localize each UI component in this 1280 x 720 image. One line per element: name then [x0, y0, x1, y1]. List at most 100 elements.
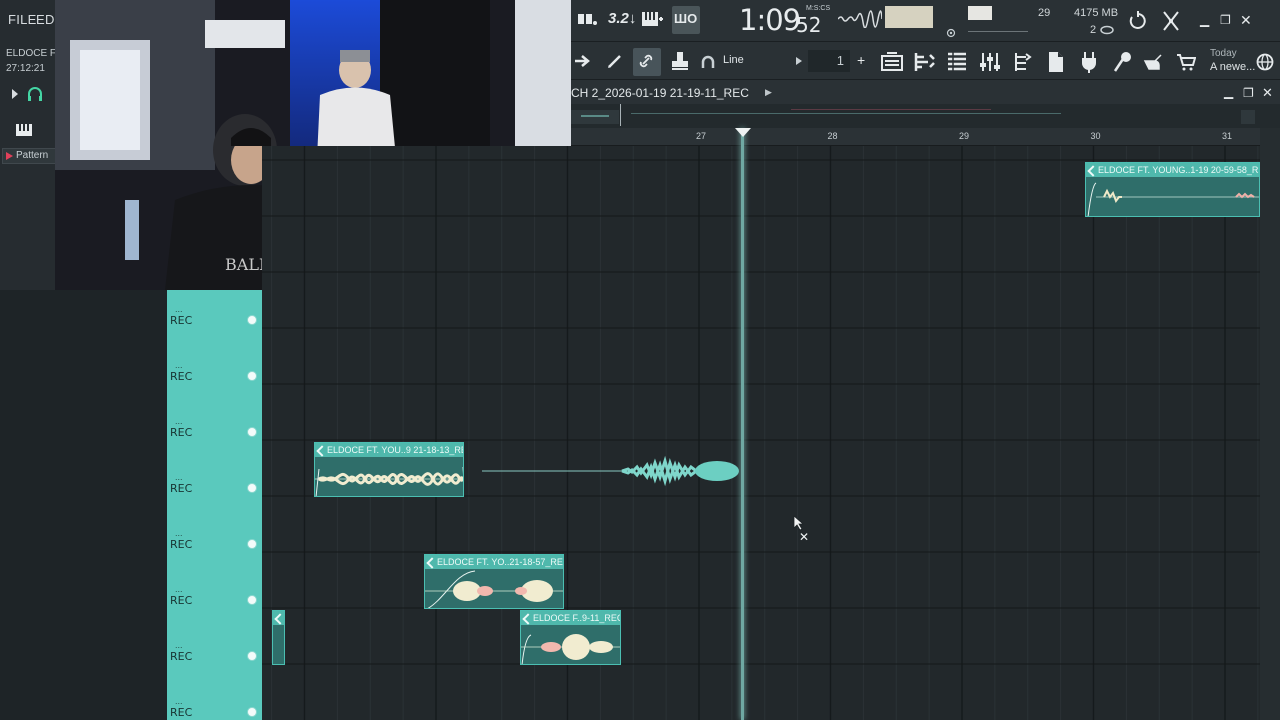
- track-header[interactable]: ... REC: [167, 514, 262, 570]
- stamp-icon[interactable]: [670, 51, 690, 71]
- pattern-number-box[interactable]: [968, 6, 992, 20]
- track-header[interactable]: ... REC: [167, 570, 262, 626]
- ruler-bar-31: 31: [1222, 131, 1233, 141]
- menu-file[interactable]: FILE: [8, 12, 37, 27]
- channel-rack-icon[interactable]: [946, 51, 968, 73]
- minimize-icon[interactable]: ▁: [1200, 13, 1209, 27]
- cpu-meter: 29: [1038, 7, 1051, 19]
- playhead-line[interactable]: [741, 128, 744, 720]
- track-label: REC: [170, 314, 193, 327]
- fl-studio-window: FILE EDI ELDOCE F 27:12:21 Pattern BALMA…: [0, 0, 1280, 720]
- small-play-icon[interactable]: [795, 56, 803, 66]
- refresh-icon[interactable]: [1128, 11, 1148, 31]
- track-area[interactable]: [262, 146, 1260, 720]
- recording-waveform: [482, 455, 739, 487]
- touch-hand-icon[interactable]: [1143, 53, 1165, 71]
- track-dots: ...: [175, 416, 183, 426]
- track-mute-led[interactable]: [247, 595, 257, 605]
- track-header[interactable]: ... REC: [167, 402, 262, 458]
- track-mute-led[interactable]: [247, 539, 257, 549]
- track-header[interactable]: ... REC: [167, 346, 262, 402]
- track-mute-led[interactable]: [247, 707, 257, 717]
- mixer-icon[interactable]: [979, 51, 1001, 73]
- browser-tree-icon[interactable]: [1012, 51, 1034, 73]
- clip-waveform: [315, 467, 463, 496]
- clip-title: ELDOCE F..9-11_REC: [521, 611, 620, 625]
- track-mute-led[interactable]: [247, 483, 257, 493]
- news-text[interactable]: A newe...: [1210, 61, 1255, 73]
- countdown-icon[interactable]: 3.2↓: [608, 10, 636, 27]
- track-dots: ...: [175, 472, 183, 482]
- overview-scroll-window[interactable]: [571, 110, 619, 124]
- play-arrow-icon[interactable]: [10, 88, 20, 100]
- track-label: REC: [170, 482, 193, 495]
- header-gutter: [0, 290, 167, 720]
- song-position-time[interactable]: 1:09: [739, 3, 801, 37]
- song-position-centiseconds[interactable]: 52: [796, 13, 821, 37]
- track-dots: ...: [175, 584, 183, 594]
- plug-icon[interactable]: [1080, 51, 1098, 73]
- track-mute-led[interactable]: [247, 651, 257, 661]
- track-label: REC: [170, 370, 193, 383]
- audio-clip[interactable]: ELDOCE FT. YOU..9 21-18-13_REC: [314, 442, 464, 497]
- cart-icon[interactable]: [1176, 53, 1196, 71]
- track-header[interactable]: ... REC: [167, 626, 262, 682]
- track-grid: [262, 146, 1260, 720]
- track-dots: ...: [175, 640, 183, 650]
- mouse-pointer-icon: [793, 515, 805, 531]
- clip-title: ELDOCE FT. YO..21-18-57_REC: [425, 555, 563, 569]
- track-mute-led[interactable]: [247, 315, 257, 325]
- plugin-file-icon[interactable]: [1046, 51, 1066, 73]
- track-label: REC: [170, 650, 193, 663]
- close-icon[interactable]: ✕: [1240, 12, 1252, 29]
- audio-clip[interactable]: ELDOCE F..9-11_REC: [520, 610, 621, 665]
- overview-scroll-right[interactable]: [1241, 110, 1255, 124]
- draw-pencil-icon[interactable]: [606, 52, 624, 70]
- globe-icon[interactable]: [1256, 53, 1274, 71]
- tempo-display[interactable]: [885, 6, 933, 28]
- track-label: REC: [170, 426, 193, 439]
- clip-waveform: [1087, 182, 1259, 216]
- track-label: REC: [170, 706, 193, 719]
- track-header[interactable]: ... REC: [167, 290, 262, 346]
- audio-clip[interactable]: ELDOCE FT. YOUNG..1-19 20-59-58_REC: [1085, 162, 1260, 217]
- eye-icon[interactable]: [946, 28, 956, 38]
- clip-waveform: [521, 634, 620, 664]
- magnet-icon[interactable]: [701, 55, 715, 69]
- track-header[interactable]: ... REC: [167, 458, 262, 514]
- microphone-icon[interactable]: [1111, 51, 1133, 73]
- track-mute-led[interactable]: [247, 371, 257, 381]
- piano-roll-icon[interactable]: [914, 51, 936, 73]
- audio-clip[interactable]: ELDOCE FT. YO..21-18-57_REC: [424, 554, 564, 609]
- playlist-minimize-icon[interactable]: ▁: [1224, 85, 1233, 99]
- playlist-icon[interactable]: [881, 52, 903, 72]
- track-header[interactable]: ... REC: [167, 682, 262, 720]
- title-arrow-icon[interactable]: ▶: [765, 87, 772, 98]
- playhead-marker-icon[interactable]: [735, 128, 751, 137]
- snap-mode-label[interactable]: Line: [723, 54, 744, 66]
- vertical-scrollbar[interactable]: [1260, 128, 1280, 720]
- piano-icon[interactable]: [16, 124, 32, 136]
- restore-icon[interactable]: ❐: [1220, 13, 1231, 27]
- fx-close-icon[interactable]: [1161, 9, 1181, 33]
- ruler-bar-27: 27: [696, 131, 707, 141]
- track-mute-led[interactable]: [247, 427, 257, 437]
- memory-meter: 4175 MB: [1074, 7, 1119, 19]
- ruler-bar-28: 28: [827, 131, 838, 141]
- timeline-ruler[interactable]: 27 28 29 30 31: [571, 128, 1260, 146]
- step-edit-icon[interactable]: [641, 10, 663, 30]
- audio-clip-small[interactable]: [272, 610, 285, 665]
- master-volume-slider[interactable]: [968, 31, 1028, 32]
- plus-icon[interactable]: +: [857, 52, 865, 68]
- clip-title: ELDOCE FT. YOU..9 21-18-13_REC: [315, 443, 463, 457]
- headphones-icon[interactable]: [26, 86, 44, 102]
- playlist-restore-icon[interactable]: ❐: [1243, 86, 1254, 100]
- typing-keyboard-icon[interactable]: [576, 10, 598, 30]
- step-value-box[interactable]: 1: [808, 50, 850, 72]
- track-headers: ... REC ... REC ... REC ... REC ... REC ... RE…: [167, 290, 262, 720]
- ruler-bar-30: 30: [1090, 131, 1101, 141]
- arrow-right-icon[interactable]: [574, 53, 592, 69]
- playlist-close-icon[interactable]: ✕: [1262, 85, 1273, 101]
- pattern-selector[interactable]: Pattern: [2, 148, 56, 164]
- playlist-overview[interactable]: [571, 104, 1280, 128]
